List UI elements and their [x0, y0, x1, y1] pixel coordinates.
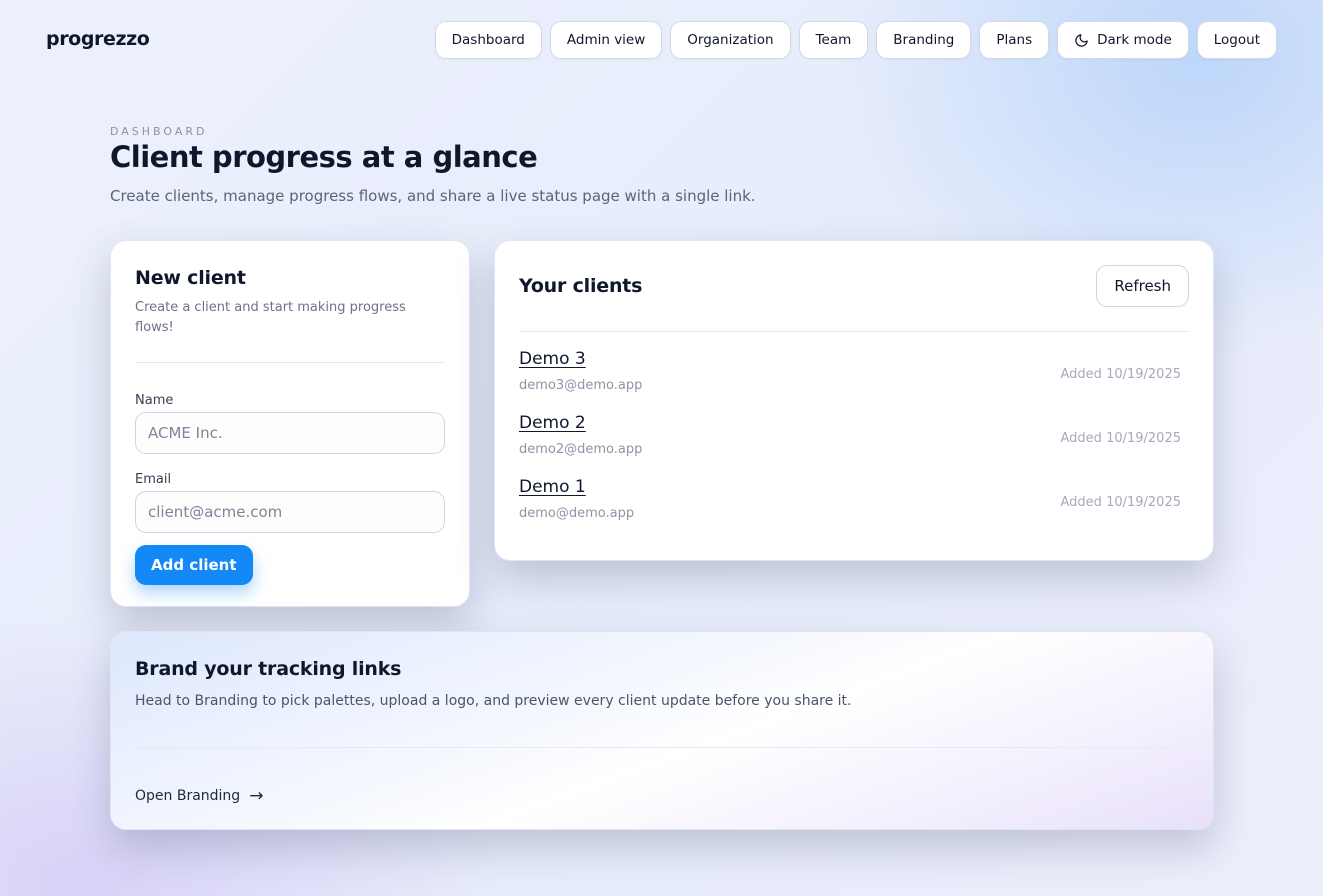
page-eyebrow: DASHBOARD — [110, 125, 208, 138]
clients-title: Your clients — [519, 275, 643, 297]
client-email: demo2@demo.app — [519, 442, 643, 457]
nav-dashboard-button[interactable]: Dashboard — [434, 21, 542, 59]
email-label: Email — [135, 472, 172, 487]
nav-branding-label: Branding — [893, 32, 955, 48]
client-name-link[interactable]: Demo 2 — [519, 413, 586, 433]
new-client-divider — [135, 362, 445, 363]
refresh-button[interactable]: Refresh — [1096, 265, 1189, 307]
open-branding-label: Open Branding — [135, 788, 241, 804]
logout-button[interactable]: Logout — [1196, 21, 1277, 59]
nav-plans-button[interactable]: Plans — [979, 21, 1050, 59]
client-email: demo@demo.app — [519, 506, 635, 521]
nav-organization-button[interactable]: Organization — [670, 21, 791, 59]
clients-divider — [519, 331, 1189, 332]
page-subtitle: Create clients, manage progress flows, a… — [110, 187, 756, 205]
list-item: Demo 3 demo3@demo.app Added 10/19/2025 — [519, 349, 1189, 413]
open-branding-link[interactable]: Open Branding → — [135, 786, 263, 806]
client-name-link[interactable]: Demo 3 — [519, 349, 586, 369]
nav-team-label: Team — [815, 32, 852, 48]
nav-menu: Dashboard Admin view Organization Team B… — [434, 21, 1277, 59]
page-title: Client progress at a glance — [110, 140, 538, 174]
moon-icon — [1075, 33, 1088, 47]
clients-card: Your clients Refresh Demo 3 demo3@demo.a… — [494, 240, 1214, 561]
nav-plans-label: Plans — [996, 32, 1033, 48]
clients-header: Your clients Refresh — [519, 265, 1189, 307]
dark-mode-toggle-button[interactable]: Dark mode — [1057, 21, 1189, 59]
client-email: demo3@demo.app — [519, 378, 643, 393]
app-logo[interactable]: progrezzo — [46, 28, 150, 50]
name-input[interactable] — [135, 412, 445, 454]
client-added-date: Added 10/19/2025 — [1060, 431, 1181, 446]
branding-promo-divider — [135, 747, 1189, 748]
nav-team-button[interactable]: Team — [798, 21, 869, 59]
top-navigation: progrezzo Dashboard Admin view Organizat… — [0, 0, 1323, 80]
client-added-date: Added 10/19/2025 — [1060, 367, 1181, 382]
client-name-link[interactable]: Demo 1 — [519, 477, 586, 497]
name-label: Name — [135, 393, 174, 408]
new-client-description: Create a client and start making progres… — [135, 300, 406, 335]
new-client-card: New client Create a client and start mak… — [110, 240, 470, 607]
nav-organization-label: Organization — [687, 32, 774, 48]
logout-label: Logout — [1213, 32, 1260, 48]
branding-promo-card: Brand your tracking links Head to Brandi… — [110, 631, 1214, 830]
nav-admin-view-label: Admin view — [566, 32, 646, 48]
new-client-title: New client — [135, 267, 246, 289]
branding-promo-title: Brand your tracking links — [135, 658, 402, 680]
nav-branding-button[interactable]: Branding — [876, 21, 972, 59]
branding-promo-description: Head to Branding to pick palettes, uploa… — [135, 693, 852, 709]
list-item: Demo 2 demo2@demo.app Added 10/19/2025 — [519, 413, 1189, 477]
add-client-button[interactable]: Add client — [135, 545, 253, 585]
client-list: Demo 3 demo3@demo.app Added 10/19/2025 D… — [519, 349, 1189, 541]
email-input[interactable] — [135, 491, 445, 533]
list-item: Demo 1 demo@demo.app Added 10/19/2025 — [519, 477, 1189, 541]
client-added-date: Added 10/19/2025 — [1060, 495, 1181, 510]
arrow-right-icon: → — [249, 786, 264, 806]
nav-dashboard-label: Dashboard — [451, 32, 525, 48]
dark-mode-label: Dark mode — [1097, 32, 1172, 48]
nav-admin-view-button[interactable]: Admin view — [549, 21, 663, 59]
